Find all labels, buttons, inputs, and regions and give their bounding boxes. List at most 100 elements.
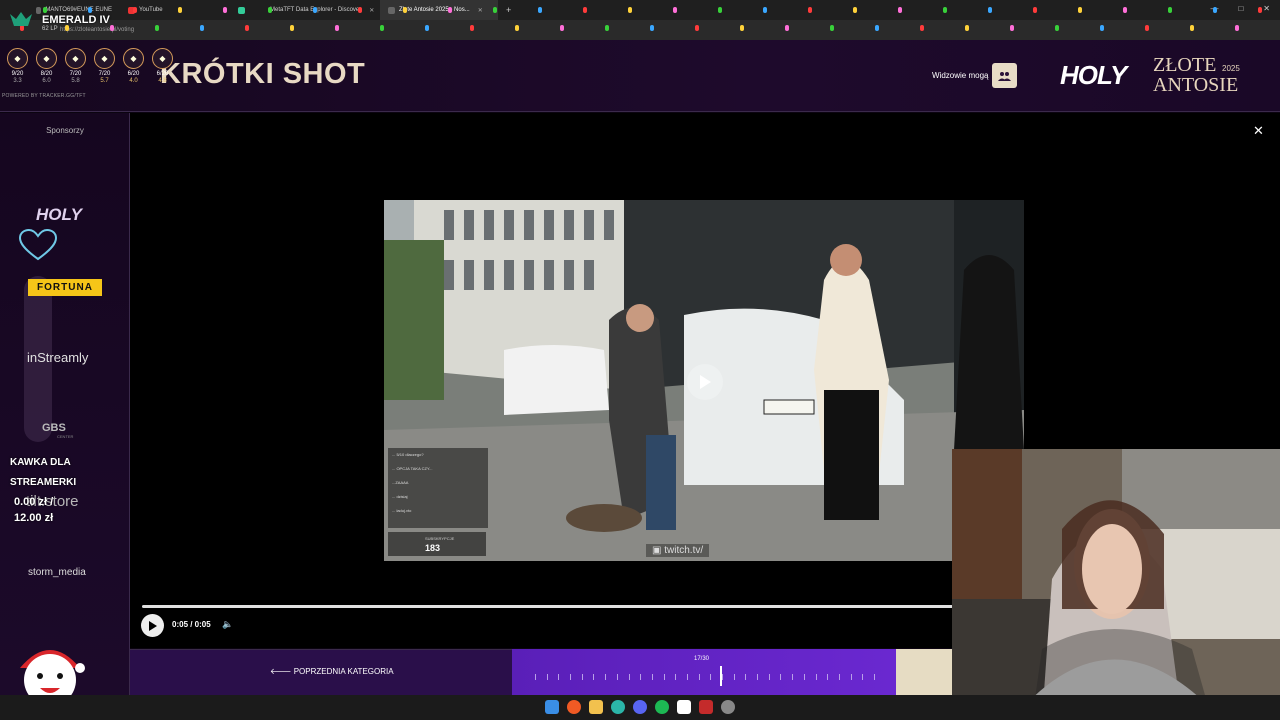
- fortuna-sponsor-logo: FORTUNA: [28, 279, 102, 296]
- viewers-label: Widzowie mogą: [932, 71, 989, 80]
- category-tick: [815, 674, 817, 680]
- previous-category-label: POPRZEDNIA KATEGORIA: [293, 667, 394, 676]
- category-tick: [535, 674, 536, 680]
- video-progress-bar[interactable]: [142, 605, 953, 608]
- sponsors-sidebar: [0, 113, 130, 695]
- play-button[interactable]: [141, 614, 164, 637]
- emerald-rank-icon: [10, 12, 32, 26]
- storm-media-sponsor-logo: storm_media: [28, 567, 86, 578]
- logo-year: 2025: [1222, 64, 1240, 73]
- spotify-icon[interactable]: [655, 700, 669, 714]
- new-tab-button[interactable]: +: [498, 0, 519, 20]
- windows-start-icon[interactable]: [545, 700, 559, 714]
- donation-goal: 12.00 zł: [14, 512, 54, 524]
- close-icon[interactable]: ✕: [1253, 123, 1264, 139]
- tab-close-icon[interactable]: ✕: [478, 7, 483, 14]
- browser-tab[interactable]: MetaTFT Data Explorer - Discover ✕: [258, 0, 380, 20]
- champion-icon: ◆: [94, 48, 115, 69]
- donation-goal-line2: STREAMERKI: [10, 477, 77, 488]
- heart-icon: [18, 228, 58, 261]
- instreamly-sponsor-logo: inStreamly: [27, 350, 89, 365]
- browser-tab-active[interactable]: Złote Antosie 2025 - Nos... ✕: [380, 0, 498, 20]
- browser-tab[interactable]: [230, 0, 258, 20]
- category-tick: [581, 674, 583, 680]
- gbs-sponsor-sub: CENTER: [57, 434, 74, 439]
- twitch-url: twitch.tv/: [664, 545, 704, 556]
- category-tick: [780, 674, 782, 680]
- category-tick: [850, 674, 852, 680]
- twitch-icon: ▣: [652, 545, 665, 556]
- tab-label: Złote Antosie 2025 - Nos...: [399, 7, 470, 13]
- window-controls: — □ ✕: [1210, 4, 1270, 13]
- category-tick: [722, 674, 723, 680]
- folder-icon[interactable]: [589, 700, 603, 714]
- streamer-webcam: [952, 449, 1280, 720]
- taskbar-icons: [545, 700, 735, 714]
- next-category-button[interactable]: [896, 649, 952, 695]
- champion-icon: ◆: [65, 48, 86, 69]
- match-avg: 5.8: [71, 78, 80, 84]
- screen: MANTO69#EUNE EUNE YouTube MetaTFT Data E…: [0, 0, 1280, 720]
- category-tick: [675, 674, 677, 680]
- category-tick: [593, 674, 595, 680]
- category-tick: [616, 674, 618, 680]
- match-placement: 9/20: [11, 71, 24, 77]
- category-tick: [640, 674, 642, 680]
- arrow-left-icon: 🡐: [270, 667, 294, 676]
- category-tick: [827, 674, 829, 680]
- category-count: 17/30: [694, 656, 710, 662]
- match-avg: 5.7: [100, 78, 109, 84]
- video-play-button[interactable]: [687, 364, 723, 400]
- match-avg: 4.0: [129, 78, 138, 84]
- match-item: ◆ 7/20 5.8: [64, 48, 87, 85]
- obs-icon[interactable]: [699, 700, 713, 714]
- gbs-sponsor-logo: GBS: [42, 422, 66, 434]
- tab-label: MetaTFT Data Explorer - Discover: [270, 7, 362, 13]
- category-tick: [651, 674, 653, 680]
- category-tick: [698, 674, 700, 680]
- category-tick: [803, 674, 805, 680]
- settings-icon[interactable]: [721, 700, 735, 714]
- tft-tracker-overlay: EMERALD IV 62 LP ◆ 9/20 3.3 ◆ 8/20 6.0 ◆ 7/20 5.…: [0, 0, 180, 100]
- minimize-icon[interactable]: —: [1210, 4, 1218, 13]
- category-tick: [757, 674, 759, 680]
- volume-icon[interactable]: 🔈: [222, 619, 233, 630]
- match-placement: 7/20: [69, 71, 82, 77]
- viewers-button[interactable]: [992, 63, 1017, 88]
- match-placement: 6/20: [127, 71, 140, 77]
- sponsors-title: Sponsorzy: [46, 126, 84, 135]
- tab-close-icon[interactable]: ✕: [369, 7, 374, 14]
- video-time: 0:05 / 0:05: [172, 620, 211, 629]
- maximize-icon[interactable]: □: [1238, 4, 1243, 13]
- champion-icon: ◆: [152, 48, 173, 69]
- donation-current: 0.00 zł /: [14, 496, 54, 508]
- chat-line: ... ładuj.vto: [392, 508, 412, 513]
- subscriptions-label: SUBSKRYPCJE: [425, 536, 455, 541]
- match-avg: 4.8: [158, 78, 167, 84]
- match-avg: 3.3: [13, 78, 22, 84]
- match-item: ◆ 9/20 3.3: [6, 48, 29, 85]
- holy-sponsor-logo: HOLY: [36, 205, 82, 224]
- tab-favicon-icon: [388, 6, 395, 14]
- category-tick: [628, 674, 630, 680]
- champion-icon: ◆: [36, 48, 57, 69]
- play-icon: [149, 620, 157, 631]
- address-bar[interactable]: https://zloteantosie.pl/voting: [0, 20, 1280, 40]
- match-placement: 7/20: [98, 71, 111, 77]
- champion-icon: ◆: [123, 48, 144, 69]
- category-tick: [558, 674, 560, 680]
- play-icon: [700, 375, 711, 389]
- discord-icon[interactable]: [633, 700, 647, 714]
- previous-category-button[interactable]: 🡐 POPRZEDNIA KATEGORIA: [270, 666, 394, 676]
- category-current-marker: [720, 666, 722, 686]
- match-item: ◆ 8/20 6.0: [35, 48, 58, 85]
- champion-icon: ◆: [7, 48, 28, 69]
- edge-icon[interactable]: [611, 700, 625, 714]
- donation-goal-values: 0.00 zł / 12.00 zł: [14, 494, 53, 526]
- app-icon[interactable]: [677, 700, 691, 714]
- rank-text: EMERALD IV: [42, 14, 110, 26]
- brave-icon[interactable]: [567, 700, 581, 714]
- browser-tab-bar: MANTO69#EUNE EUNE YouTube MetaTFT Data E…: [0, 0, 1280, 20]
- logo-antosie-text: ANTOSIE: [1153, 74, 1239, 96]
- close-window-icon[interactable]: ✕: [1263, 4, 1270, 13]
